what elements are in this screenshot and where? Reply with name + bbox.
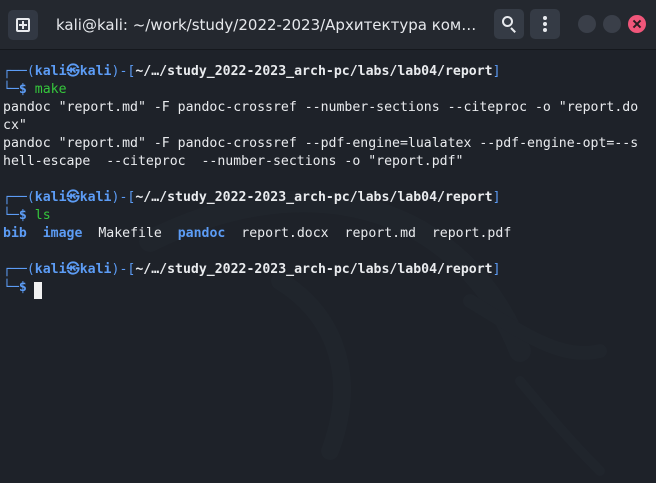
output-line: hell-escape --citeproc --number-sections… [3,154,464,169]
maximize-button[interactable] [603,15,621,33]
ls-item-dir: bib [3,226,27,241]
output-line: pandoc "report.md" -F pandoc-crossref --… [3,136,639,151]
window-title: kali@kali: ~/work/study/2022-2023/Архите… [56,16,480,34]
command-line-1: └─$ make [3,82,67,97]
terminal-window: kali@kali: ~/work/study/2022-2023/Архите… [0,0,656,483]
ls-item-file: report.pdf [431,226,512,241]
prompt-path: ~/…/study_2022-2023_arch-pc/labs/lab04/r… [135,262,493,277]
title-bar: kali@kali: ~/work/study/2022-2023/Архите… [0,0,656,50]
ls-item-file: report.docx [241,226,329,241]
command-text: make [34,82,67,97]
ls-item-dir: pandoc [177,226,226,241]
output-line: cx" [3,118,27,133]
new-tab-button[interactable] [8,10,38,40]
command-line-2: └─$ ls [3,208,51,223]
ls-item-file: report.md [344,226,416,241]
output-line: pandoc "report.md" -F pandoc-crossref --… [3,100,639,115]
text-cursor [34,282,42,299]
prompt-line-1: ┌──(kali㉿kali)-[~/…/study_2022-2023_arch… [3,64,501,79]
ls-output-line: bib image Makefile pandoc report.docx re… [3,225,511,243]
prompt-line-3: ┌──(kali㉿kali)-[~/…/study_2022-2023_arch… [3,262,501,277]
search-button[interactable] [494,9,524,39]
terminal-output-area[interactable]: ┌──(kali㉿kali)-[~/…/study_2022-2023_arch… [0,51,656,483]
ls-item-file: Makefile [98,226,162,241]
prompt-path: ~/…/study_2022-2023_arch-pc/labs/lab04/r… [135,190,493,205]
ls-item-dir: image [42,226,83,241]
prompt-path: ~/…/study_2022-2023_arch-pc/labs/lab04/r… [135,64,493,79]
command-text: ls [34,208,51,223]
menu-button[interactable] [530,9,560,39]
minimize-button[interactable] [578,15,596,33]
prompt-line-2: ┌──(kali㉿kali)-[~/…/study_2022-2023_arch… [3,190,501,205]
command-line-3[interactable]: └─$ [3,279,27,297]
close-button[interactable] [628,15,646,33]
